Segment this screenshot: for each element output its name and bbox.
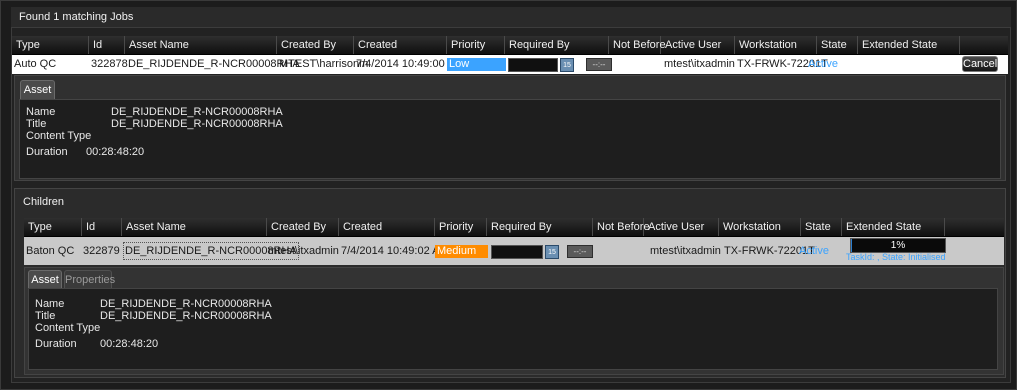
child-asset-name-label: Name [35,298,65,310]
column-header-required-by[interactable]: Required By [505,36,609,54]
child-column-header-extended-state[interactable]: Extended State [842,218,945,236]
asset-details: Name DE_RIJDENDE_R-NCR00008RHA Title DE_… [19,99,1001,179]
child-asset-duration-value: 00:28:48:20 [100,338,159,350]
column-header-asset-name[interactable]: Asset Name [125,36,277,54]
clock-time-button[interactable]: --:-- [567,245,593,258]
child-required-by-date-input[interactable] [491,245,543,259]
child-created-by: mtest\itxadmin [268,245,339,257]
asset-title-label: Title [26,118,47,130]
column-header-priority[interactable]: Priority [447,36,505,54]
job-type: Auto QC [14,58,57,70]
asset-duration-value: 00:28:48:20 [86,146,145,158]
child-column-header-not-before[interactable]: Not Before [593,218,650,236]
child-asset-title-label: Title [35,310,56,322]
child-created: 7/4/2014 10:49:02 AM [341,245,449,257]
job-asset-name: DE_RIJDENDE_R-NCR00008RHA [128,58,300,70]
child-column-header-priority[interactable]: Priority [435,218,487,236]
children-section-title: Children [23,196,64,208]
child-type: Baton QC [26,245,75,257]
clock-time-button[interactable]: --:-- [586,58,612,71]
child-column-header-id[interactable]: Id [82,218,122,236]
child-asset-name-value: DE_RIJDENDE_R-NCR00008RHA [100,298,272,310]
column-header-extended-state[interactable]: Extended State [858,36,960,54]
child-active-user: mtest\itxadmin [650,245,721,257]
job-required-by-date-input[interactable] [508,58,558,72]
child-asset-title-value: DE_RIJDENDE_R-NCR00008RHA [100,310,272,322]
job-state: Active [808,58,838,70]
column-header-created-by[interactable]: Created By [277,36,354,54]
asset-name-label: Name [26,106,56,118]
child-extended-state: TaskId: , State: Initialised [846,252,946,262]
asset-duration-label: Duration [26,146,68,158]
child-priority-badge: Medium [435,245,488,258]
child-column-header-type[interactable]: Type [24,218,82,236]
job-row[interactable]: Auto QC 322878 DE_RIJDENDE_R-NCR00008RHA… [12,55,1008,74]
child-state: Active [799,245,829,257]
job-priority-badge: Low [447,58,506,71]
column-header-state[interactable]: State [817,36,858,54]
column-header-type[interactable]: Type [12,36,89,54]
column-header-workstation[interactable]: Workstation [735,36,817,54]
child-column-header-active-user[interactable]: Active User [644,218,719,236]
child-asset-duration-label: Duration [35,338,77,350]
column-header-id[interactable]: Id [89,36,125,54]
results-title: Found 1 matching Jobs [19,11,134,23]
results-title-bar: Found 1 matching Jobs [11,7,1011,27]
child-job-row[interactable]: Baton QC 322879 DE_RIJDENDE_R-NCR00008RH… [24,237,1004,265]
jobs-table-header: Type Id Asset Name Created By Created Pr… [12,36,1008,55]
children-panel: Children Type Id Asset Name Created By C… [14,188,1006,378]
cancel-job-button[interactable]: Cancel [962,56,998,72]
child-detail-panel: Asset Properties Name DE_RIJDENDE_R-NCR0… [24,267,1004,375]
job-created-by: MTEST\harrisonm [279,58,369,70]
jobs-window: Found 1 matching Jobs Type Id Asset Name… [0,0,1017,390]
asset-title-value: DE_RIJDENDE_R-NCR00008RHA [111,118,283,130]
child-asset-content-type-label: Content Type [35,322,101,334]
child-column-header-created-by[interactable]: Created By [267,218,339,236]
asset-content-type-label: Content Type [26,130,92,142]
child-id: 322879 [83,245,120,257]
child-column-header-state[interactable]: State [801,218,842,236]
children-table-header: Type Id Asset Name Created By Created Pr… [24,218,1004,237]
calendar-icon[interactable]: 15 [560,58,574,72]
column-header-not-before[interactable]: Not Before [609,36,666,54]
job-detail-panel: Asset Name DE_RIJDENDE_R-NCR00008RHA Tit… [14,75,1006,181]
tab-child-asset[interactable]: Asset [28,270,62,289]
child-column-header-required-by[interactable]: Required By [487,218,593,236]
asset-name-value: DE_RIJDENDE_R-NCR00008RHA [111,106,283,118]
child-column-header-asset-name[interactable]: Asset Name [122,218,267,236]
child-asset-details: Name DE_RIJDENDE_R-NCR00008RHA Title DE_… [28,288,998,370]
calendar-icon[interactable]: 15 [545,245,559,259]
tab-asset[interactable]: Asset [20,80,55,99]
jobs-results-panel: Type Id Asset Name Created By Created Pr… [11,27,1011,383]
column-header-active-user[interactable]: Active User [661,36,735,54]
child-column-header-workstation[interactable]: Workstation [719,218,801,236]
column-header-created[interactable]: Created [354,36,447,54]
tab-child-properties[interactable]: Properties [64,270,115,289]
job-active-user: mtest\itxadmin [664,58,735,70]
job-id: 322878 [91,58,128,70]
child-column-header-created[interactable]: Created [339,218,435,236]
